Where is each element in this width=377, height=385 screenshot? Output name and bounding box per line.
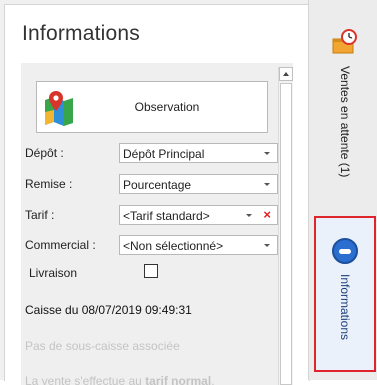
depot-select[interactable]: Dépôt Principal — [119, 143, 278, 163]
tarif-value: <Tarif standard> — [123, 209, 210, 223]
left-panel: Informations Observation Dépôt : Dépôt P… — [0, 0, 310, 385]
panel-title: Informations — [22, 22, 140, 45]
chevron-down-icon[interactable] — [246, 214, 252, 217]
scroll-thumb[interactable] — [280, 83, 292, 385]
clear-icon[interactable]: × — [263, 207, 271, 222]
livraison-checkbox[interactable] — [144, 264, 158, 278]
panel-content: Observation Dépôt : Dépôt Principal Remi… — [21, 63, 293, 385]
tab-informations[interactable]: Informations — [314, 216, 376, 372]
chevron-down-icon[interactable] — [264, 152, 270, 155]
info-icon — [332, 238, 358, 264]
observation-label: Observation — [134, 100, 200, 114]
livraison-label: Livraison — [29, 266, 78, 280]
tarif-select[interactable]: <Tarif standard> × — [119, 205, 278, 225]
tab-pending-label: Ventes en attente (1) — [338, 66, 352, 178]
remise-label: Remise : — [25, 177, 73, 191]
chevron-down-icon[interactable] — [264, 244, 270, 247]
tab-informations-label: Informations — [338, 274, 352, 341]
scroll-up-button[interactable] — [279, 67, 293, 81]
depot-label: Dépôt : — [25, 146, 64, 160]
commercial-label: Commercial : — [25, 238, 96, 252]
remise-value: Pourcentage — [123, 178, 192, 192]
tarif-label: Tarif : — [25, 208, 55, 222]
vertical-scrollbar[interactable] — [278, 67, 293, 385]
observation-button[interactable]: Observation — [36, 81, 268, 133]
informations-panel: Informations Observation Dépôt : Dépôt P… — [4, 4, 310, 385]
chevron-down-icon[interactable] — [264, 183, 270, 186]
caisse-info: Caisse du 08/07/2019 09:49:31 — [25, 303, 192, 317]
sous-caisse-note: Pas de sous-caisse associée — [25, 339, 180, 353]
tab-pending-sales[interactable]: Ventes en attente (1) — [314, 20, 374, 212]
depot-value: Dépôt Principal — [123, 147, 205, 161]
commercial-select[interactable]: <Non sélectionné> — [119, 235, 278, 255]
commercial-value: <Non sélectionné> — [123, 239, 224, 253]
remise-select[interactable]: Pourcentage — [119, 174, 278, 194]
pending-sales-icon — [332, 29, 357, 54]
side-tab-bar: Ventes en attente (1) Informations — [308, 0, 377, 380]
